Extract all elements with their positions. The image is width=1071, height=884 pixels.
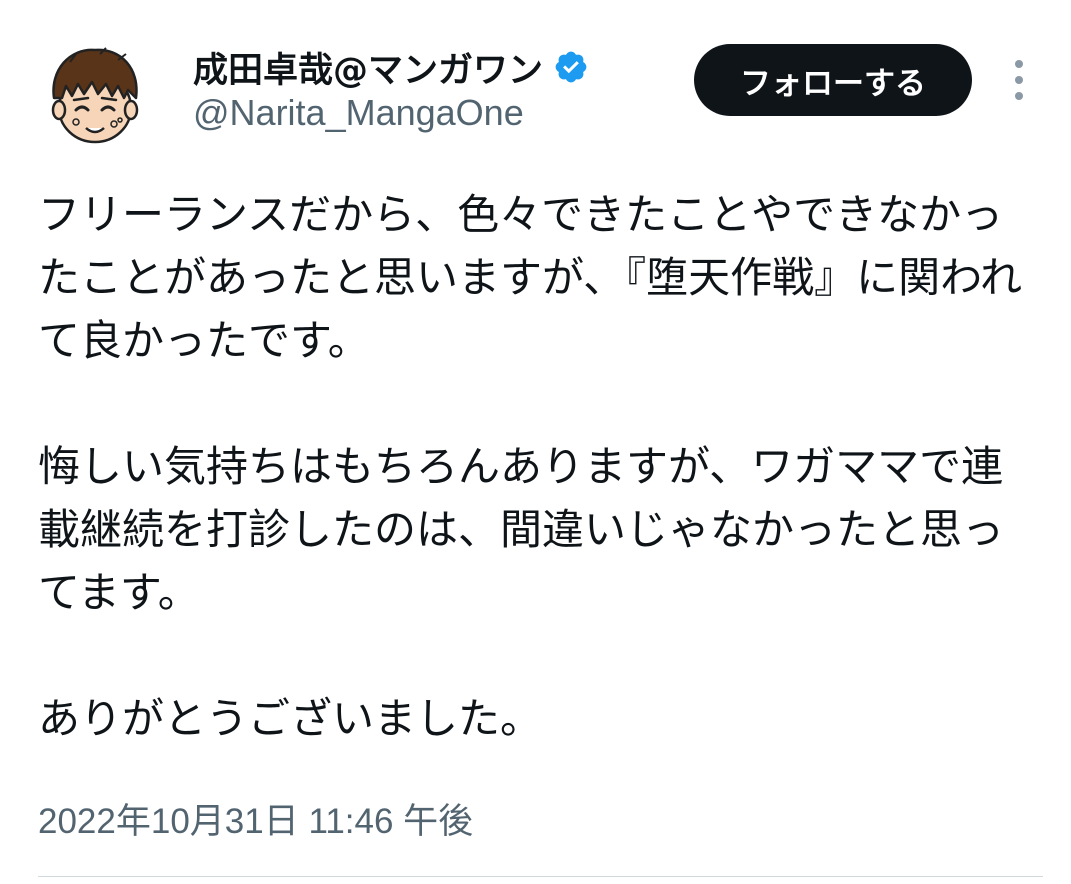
tweet-timestamp[interactable]: 2022年10月31日 11:46 午後 xyxy=(38,793,473,844)
author-name-row[interactable]: 成田卓哉@マンガワン xyxy=(193,42,589,92)
avatar[interactable] xyxy=(40,40,150,150)
more-dot xyxy=(1015,76,1023,84)
divider xyxy=(38,876,1043,877)
more-vertical-icon[interactable] xyxy=(1004,58,1034,102)
cartoon-face-avatar-icon xyxy=(51,47,139,144)
follow-button[interactable]: フォローする xyxy=(694,44,972,116)
tweet-paragraph: 悔しい気持ちはもちろんありますが、ワガママで連載継続を打診したのは、間違いじゃな… xyxy=(38,442,1005,617)
author-handle[interactable]: @Narita_MangaOne xyxy=(193,92,524,134)
author-display-name[interactable]: 成田卓哉@マンガワン xyxy=(193,42,543,93)
more-dot xyxy=(1015,60,1023,68)
tweet-paragraph: ありがとうございました。 xyxy=(38,694,543,743)
more-dot xyxy=(1015,92,1023,100)
verified-badge-icon[interactable] xyxy=(553,49,589,85)
tweet-paragraph: フリーランスだから、色々できたことやできなかったことがあったと思いますが、『堕天… xyxy=(38,190,1023,365)
tweet-text: フリーランスだから、色々できたことやできなかったことがあったと思いますが、『堕天… xyxy=(38,183,1038,750)
